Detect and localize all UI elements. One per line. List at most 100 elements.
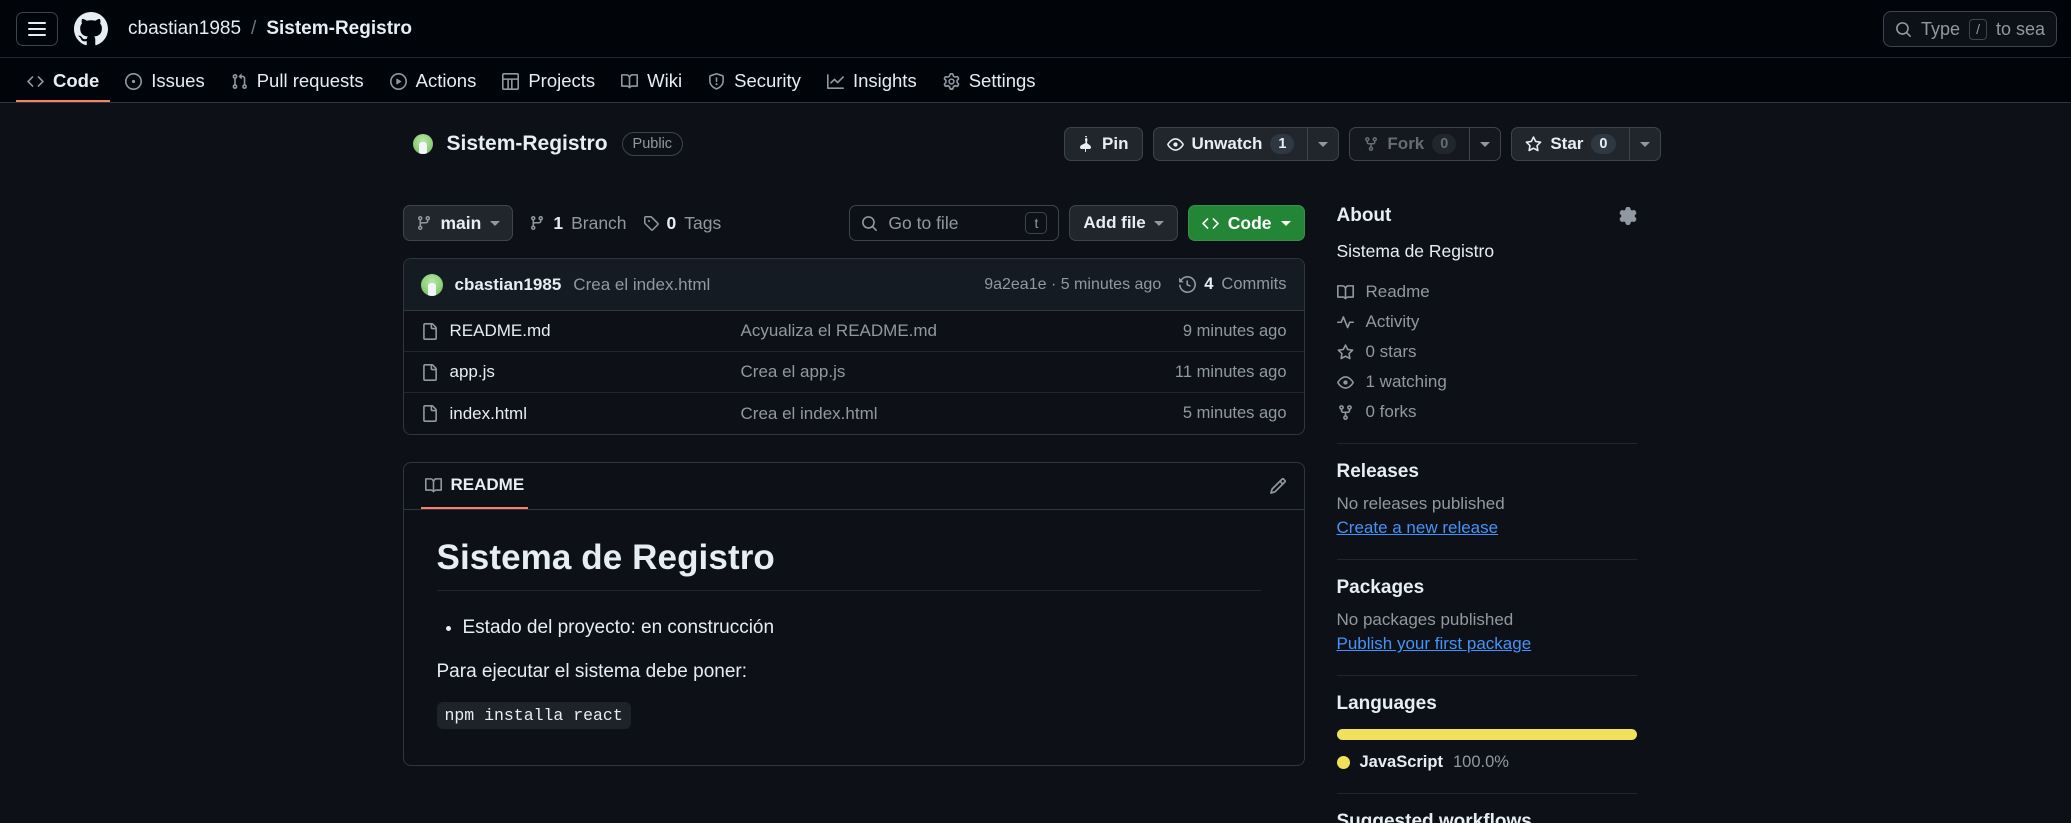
nav-tab-issues[interactable]: Issues <box>114 62 215 102</box>
sidebar-item-watching[interactable]: 1 watching <box>1336 372 1637 392</box>
add-file-label: Add file <box>1083 213 1146 232</box>
file-commit-time: 9 minutes ago <box>1182 321 1287 340</box>
nav-tab-projects-label: Projects <box>528 70 596 91</box>
nav-tab-security[interactable]: Security <box>697 62 812 102</box>
pin-button[interactable]: Pin <box>1064 127 1143 161</box>
repository-owner-avatar <box>412 134 433 154</box>
edit-repository-settings-button[interactable] <box>1619 207 1637 225</box>
sidebar-item-readme-label: Readme <box>1365 282 1430 302</box>
nav-tab-issues-label: Issues <box>151 70 205 91</box>
watch-dropdown-button[interactable] <box>1307 127 1340 161</box>
page-title[interactable]: Sistem-Registro <box>447 132 608 156</box>
star-button[interactable]: Star 0 <box>1511 127 1629 161</box>
file-commit-message[interactable]: Crea el index.html <box>741 404 1183 424</box>
nav-tab-actions[interactable]: Actions <box>379 62 488 102</box>
sidebar-item-activity-label: Activity <box>1365 312 1420 332</box>
star-dropdown-button[interactable] <box>1628 127 1661 161</box>
table-row[interactable]: README.md Acyualiza el README.md 9 minut… <box>403 311 1304 352</box>
commit-author-name[interactable]: cbastian1985 <box>455 275 562 295</box>
packages-section: Packages No packages published Publish y… <box>1337 577 1637 654</box>
languages-title: Languages <box>1336 693 1437 715</box>
branch-count: 1 <box>553 212 564 233</box>
sidebar: About Sistema de Registro Readme Activit… <box>1336 205 1637 823</box>
pin-button-label: Pin <box>1102 134 1129 153</box>
commit-author-avatar[interactable] <box>420 273 443 296</box>
book-icon <box>1336 284 1354 300</box>
language-name: JavaScript <box>1359 753 1443 772</box>
nav-tab-settings[interactable]: Settings <box>932 62 1047 102</box>
chevron-down-icon <box>1280 220 1291 226</box>
eye-icon <box>1336 375 1354 389</box>
tag-count-label: Tags <box>684 212 722 233</box>
create-release-link[interactable]: Create a new release <box>1337 518 1499 538</box>
commit-hash-and-time[interactable]: 9a2ea1e · 5 minutes ago <box>984 276 1161 294</box>
commit-count-label: Commits <box>1221 275 1287 293</box>
breadcrumb: cbastian1985 / Sistem-Registro <box>128 18 412 40</box>
unwatch-button[interactable]: Unwatch 1 <box>1152 127 1308 161</box>
fork-button-label: Fork <box>1387 134 1425 153</box>
file-name-cell[interactable]: README.md <box>421 321 741 341</box>
file-listing: cbastian1985 Crea el index.html 9a2ea1e … <box>402 258 1305 435</box>
releases-section: Releases No releases published Create a … <box>1337 461 1637 538</box>
eye-icon <box>1166 137 1184 151</box>
search-icon <box>1896 21 1911 37</box>
breadcrumb-repo[interactable]: Sistem-Registro <box>266 18 412 40</box>
table-row[interactable]: index.html Crea el index.html 5 minutes … <box>404 393 1304 434</box>
repository-nav: Code Issues Pull requests Actions Projec… <box>0 58 2071 103</box>
branch-count-link[interactable]: 1 Branch <box>529 212 627 234</box>
main-column: main 1 Branch 0 Tags Go to file t Add fi… <box>402 205 1305 823</box>
global-search-text-before: Type <box>1921 18 1961 39</box>
nav-tab-wiki[interactable]: Wiki <box>610 62 693 102</box>
sidebar-item-activity[interactable]: Activity <box>1336 312 1637 332</box>
nav-tab-code[interactable]: Code <box>16 62 111 102</box>
readme-content: Sistema de Registro Estado del proyecto:… <box>404 510 1304 765</box>
tag-count-link[interactable]: 0 Tags <box>643 212 722 234</box>
global-search-input[interactable]: Type / to sea <box>1883 11 2057 47</box>
sidebar-item-forks[interactable]: 0 forks <box>1337 402 1637 422</box>
nav-tab-insights[interactable]: Insights <box>816 62 928 102</box>
code-button[interactable]: Code <box>1187 205 1305 241</box>
star-split-button: Star 0 <box>1511 127 1661 161</box>
play-icon <box>389 72 407 90</box>
breadcrumb-owner[interactable]: cbastian1985 <box>128 18 241 40</box>
fork-icon <box>1365 137 1378 152</box>
file-name-cell[interactable]: app.js <box>421 362 741 382</box>
about-title: About <box>1336 205 1392 226</box>
go-to-file-input[interactable]: Go to file t <box>849 205 1060 241</box>
file-commit-message[interactable]: Acyualiza el README.md <box>741 321 1183 341</box>
about-section: About Sistema de Registro Readme Activit… <box>1336 205 1637 422</box>
commit-history-link[interactable]: 4 Commits <box>1179 275 1287 294</box>
nav-tab-projects[interactable]: Projects <box>491 62 606 102</box>
chevron-down-icon <box>1153 220 1164 226</box>
table-icon <box>502 72 520 90</box>
pulse-icon <box>1336 315 1354 329</box>
hamburger-menu-icon[interactable] <box>16 11 58 46</box>
commit-meta: 9a2ea1e · 5 minutes ago 4 Commits <box>984 275 1286 294</box>
fork-dropdown-button[interactable] <box>1469 127 1502 161</box>
issue-opened-icon <box>125 72 143 90</box>
nav-tab-insights-label: Insights <box>852 70 917 91</box>
edit-readme-button[interactable] <box>1269 477 1287 495</box>
sidebar-item-stars[interactable]: 0 stars <box>1337 342 1637 362</box>
language-legend-item[interactable]: JavaScript 100.0% <box>1336 753 1637 772</box>
file-commit-message[interactable]: Crea el app.js <box>741 362 1175 382</box>
tab-readme[interactable]: README <box>420 463 529 509</box>
nav-tab-pull-requests[interactable]: Pull requests <box>220 62 375 102</box>
file-navigation: main 1 Branch 0 Tags Go to file t Add fi… <box>402 205 1305 241</box>
book-icon <box>424 477 442 492</box>
file-name: index.html <box>449 403 527 423</box>
file-navigation-actions: Go to file t Add file Code <box>849 205 1305 241</box>
sidebar-item-readme[interactable]: Readme <box>1336 282 1637 302</box>
list-item: Estado del proyecto: en construcción <box>463 613 1261 643</box>
chevron-down-icon <box>1480 141 1491 147</box>
table-row[interactable]: app.js Crea el app.js 11 minutes ago <box>403 352 1304 393</box>
publish-package-link[interactable]: Publish your first package <box>1337 634 1532 654</box>
fork-button[interactable]: Fork 0 <box>1349 127 1470 161</box>
branch-selector-button[interactable]: main <box>402 205 514 241</box>
add-file-button[interactable]: Add file <box>1069 205 1178 241</box>
commit-message[interactable]: Crea el index.html <box>573 275 710 295</box>
language-bar-segment[interactable] <box>1336 729 1637 741</box>
file-name-cell[interactable]: index.html <box>421 404 741 424</box>
github-logo-icon[interactable] <box>70 8 112 50</box>
book-icon <box>621 73 639 88</box>
